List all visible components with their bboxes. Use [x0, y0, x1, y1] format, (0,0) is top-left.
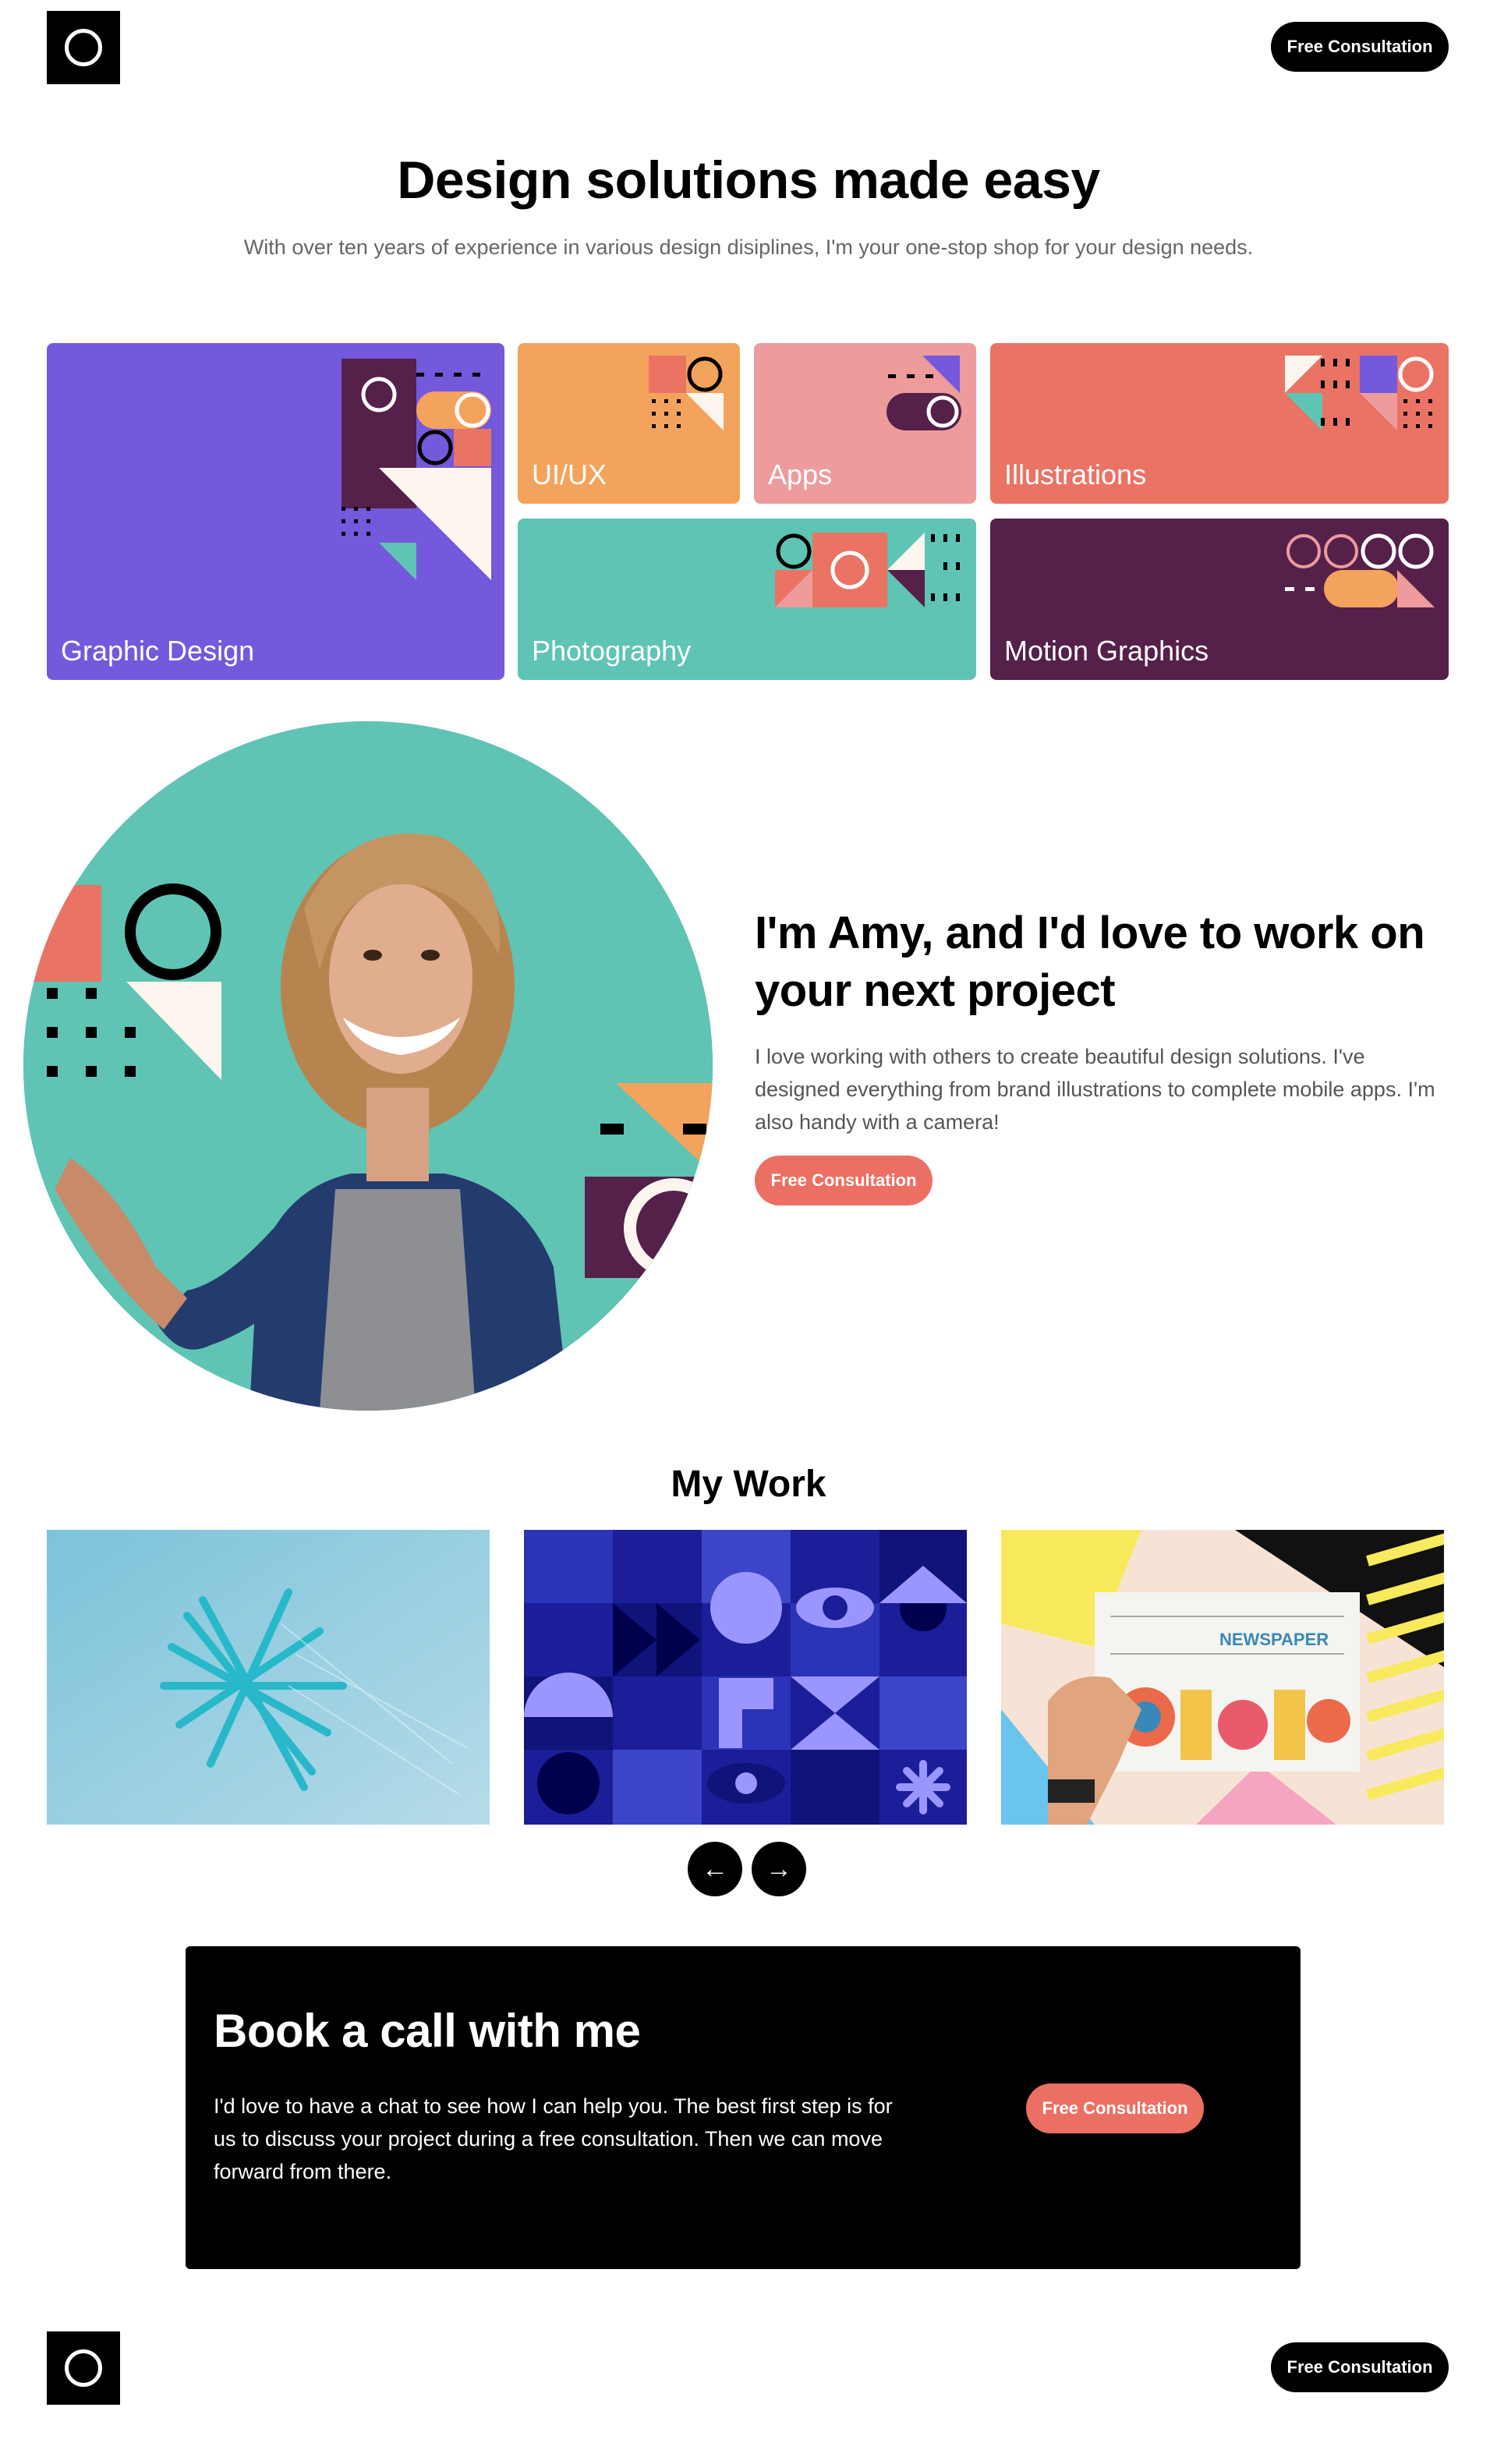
service-tile-photography[interactable]: Photography: [518, 519, 976, 680]
about-consultation-button[interactable]: Free Consultation: [755, 1156, 933, 1205]
service-label: Illustrations: [1004, 458, 1147, 490]
about-text: I love working with others to create bea…: [755, 1045, 1435, 1134]
service-label: Graphic Design: [61, 635, 255, 667]
hero-title: Design solutions made easy: [397, 150, 1100, 210]
service-tile-ui-ux[interactable]: UI/UX: [518, 343, 740, 504]
hero-subtitle: With over ten years of experience in var…: [243, 235, 1254, 259]
service-label: Apps: [768, 458, 833, 490]
service-label: Motion Graphics: [1004, 635, 1209, 667]
cta-text: I'd love to have a chat to see how I can…: [214, 2094, 893, 2183]
cta-title: Book a call with me: [214, 2005, 641, 2057]
newspaper-image: NEWSPAPER: [1001, 1530, 1444, 1825]
work-item-glass-sculpture[interactable]: [47, 1530, 490, 1825]
service-tile-graphic-design[interactable]: Graphic Design: [47, 343, 504, 680]
logo-ring-icon: [65, 29, 102, 66]
graphic-design-shapes: [342, 359, 491, 580]
footer-consultation-button[interactable]: Free Consultation: [1271, 2342, 1449, 2392]
header-consultation-button[interactable]: Free Consultation: [1271, 22, 1449, 72]
logo[interactable]: [47, 11, 120, 84]
service-tile-motion-graphics[interactable]: Motion Graphics: [990, 519, 1449, 680]
logo-ring-icon: [65, 2349, 102, 2387]
book-call-section: Book a call with me I'd love to have a c…: [186, 1946, 1301, 2269]
service-label: UI/UX: [532, 458, 607, 490]
work-item-geometric-pattern[interactable]: [524, 1530, 967, 1825]
geometric-pattern-image: [524, 1530, 967, 1825]
arrow-right-icon: →: [766, 1853, 792, 1884]
carousel-next-button[interactable]: →: [752, 1842, 806, 1896]
amy-portrait: [23, 721, 713, 1411]
arrow-left-icon: ←: [702, 1853, 728, 1884]
service-tile-illustrations[interactable]: Illustrations: [990, 343, 1449, 504]
about-title: I'm Amy, and I'd love to work on your ne…: [755, 908, 1425, 1016]
service-tile-apps[interactable]: Apps: [754, 343, 976, 504]
work-title: My Work: [671, 1464, 826, 1505]
cta-consultation-button[interactable]: Free Consultation: [1026, 2083, 1204, 2133]
carousel-prev-button[interactable]: ←: [688, 1842, 742, 1896]
service-label: Photography: [532, 635, 692, 667]
glass-sculpture-image: [47, 1530, 490, 1825]
work-item-newspaper[interactable]: NEWSPAPER: [1001, 1530, 1444, 1825]
footer-logo[interactable]: [47, 2331, 120, 2405]
portrait-illustration: [23, 721, 713, 1411]
svg-text:NEWSPAPER: NEWSPAPER: [1219, 1630, 1329, 1649]
